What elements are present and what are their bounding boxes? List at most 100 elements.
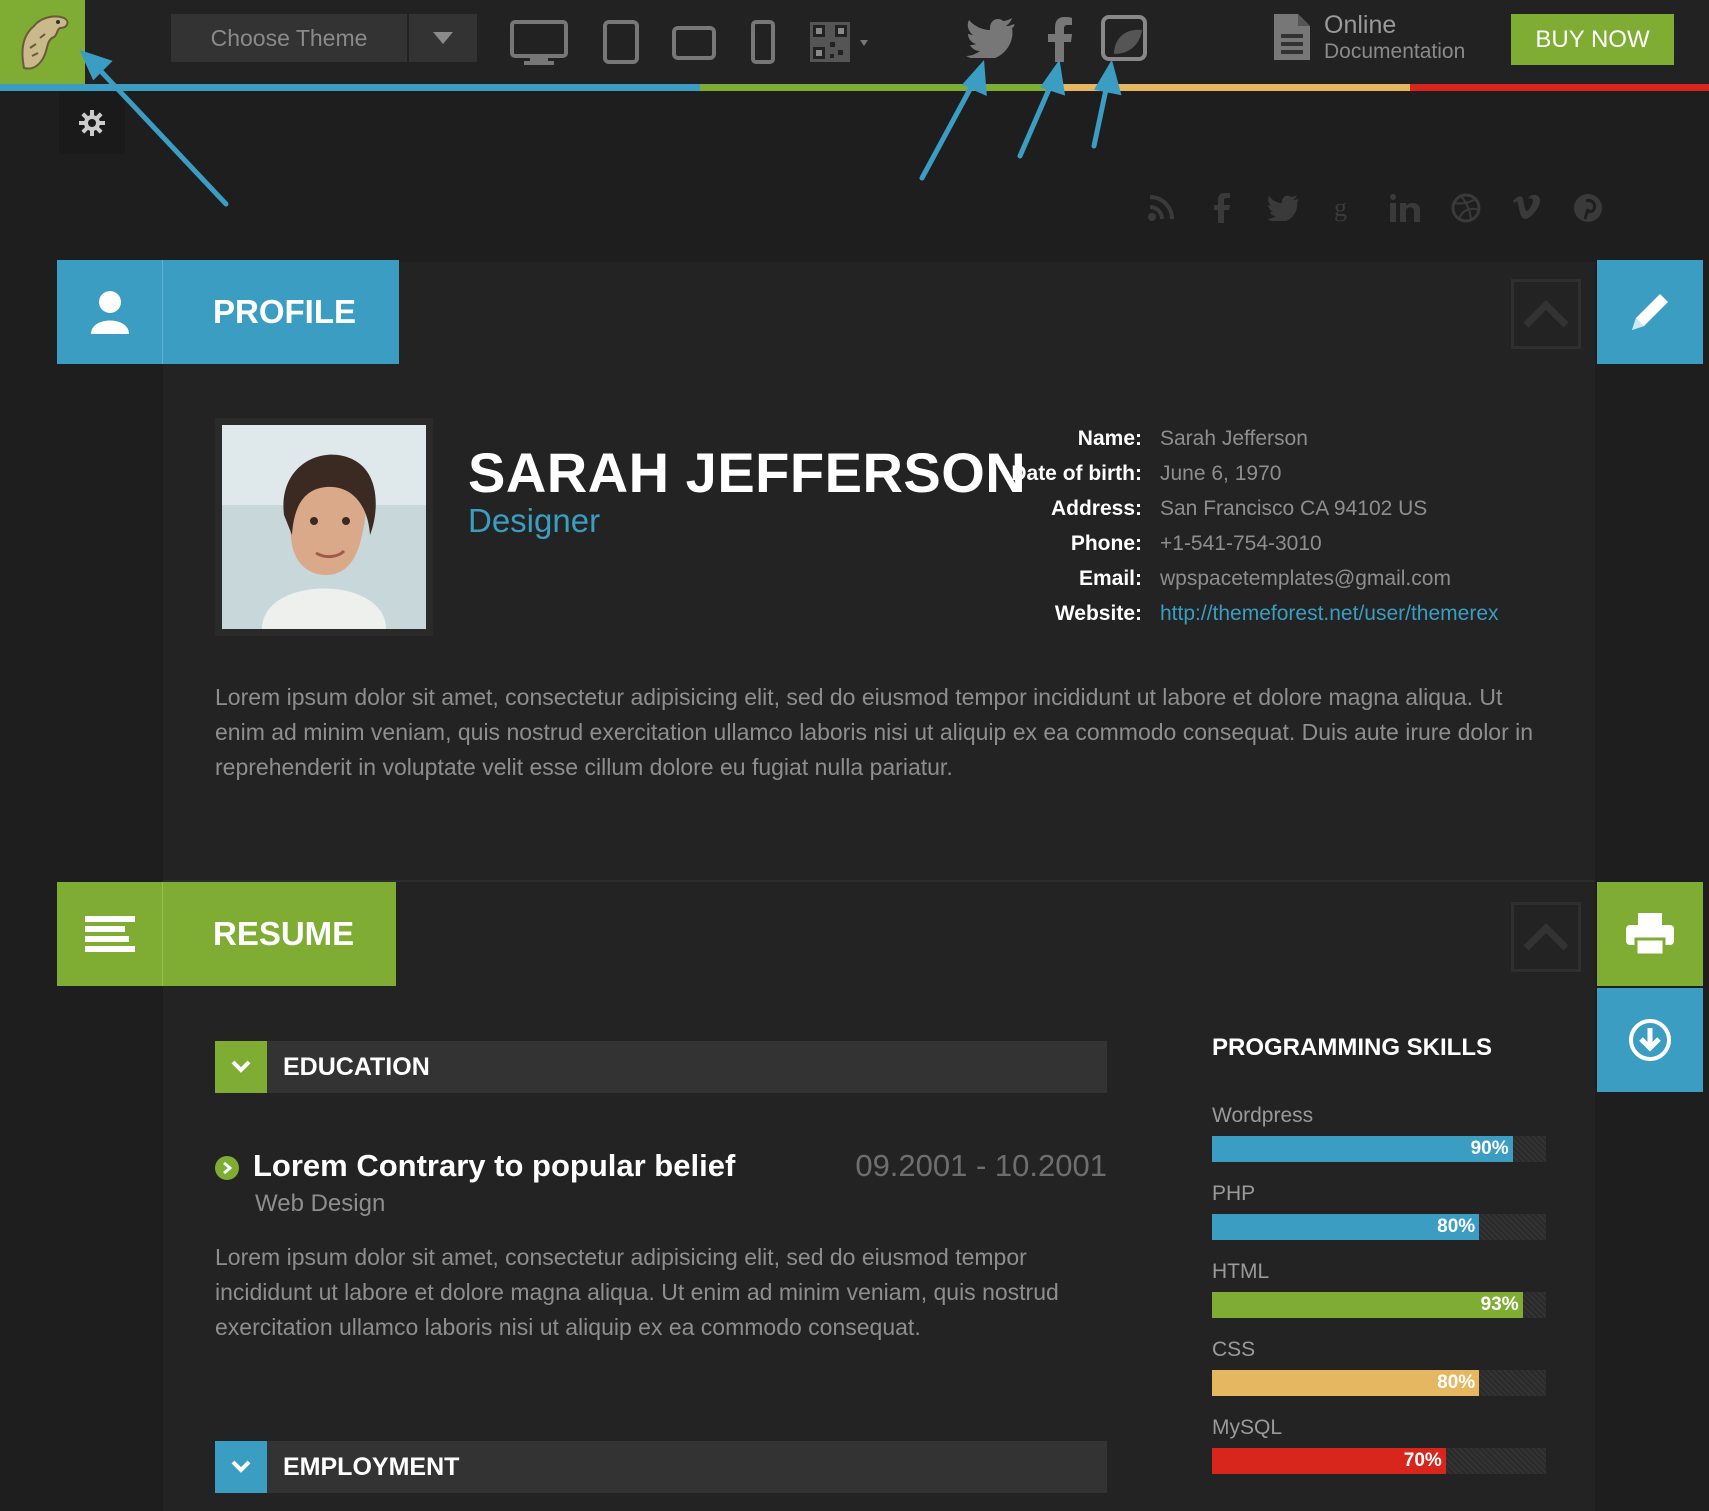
- website-link[interactable]: http://themeforest.net/user/themerex: [1160, 599, 1499, 634]
- docs-label-line1: Online: [1324, 11, 1397, 39]
- theme-select[interactable]: Choose Theme: [171, 14, 477, 62]
- skill-percent: 93%: [1480, 1294, 1519, 1315]
- education-accordion[interactable]: EDUCATION: [215, 1041, 1107, 1093]
- info-value: +1-541-754-3010: [1160, 532, 1322, 555]
- skill-progress-bar: 80%: [1212, 1214, 1546, 1240]
- vimeo-icon[interactable]: [1496, 188, 1557, 228]
- profile-bio: Lorem ipsum dolor sit amet, consectetur …: [215, 684, 1534, 780]
- online-documentation-link[interactable]: Online Documentation: [1272, 11, 1466, 63]
- settings-gear-icon[interactable]: [59, 92, 125, 154]
- skill-percent: 80%: [1437, 1372, 1476, 1393]
- user-icon: [57, 260, 163, 364]
- collapse-up-button[interactable]: [1511, 279, 1581, 349]
- info-row-phone: Phone: +1-541-754-3010: [980, 529, 1499, 564]
- social-links: g: [1130, 188, 1618, 228]
- top-toolbar: Choose Theme Online Documentation BUY NO…: [0, 0, 1709, 91]
- info-label: Address:: [1050, 497, 1142, 520]
- profile-section-title: PROFILE: [163, 260, 399, 364]
- education-item-description: Lorem ipsum dolor sit amet, consectetur …: [215, 1244, 1059, 1340]
- theme-select-label: Choose Theme: [210, 25, 368, 51]
- info-value: San Francisco CA 94102 US: [1160, 497, 1428, 520]
- download-icon: [1629, 1019, 1671, 1061]
- employment-accordion[interactable]: EMPLOYMENT: [215, 1441, 1107, 1493]
- rss-icon[interactable]: [1130, 188, 1191, 228]
- employment-heading: EMPLOYMENT: [283, 1452, 460, 1481]
- education-item-title: Lorem Contrary to popular belief: [253, 1148, 736, 1183]
- twitter-icon[interactable]: [1252, 188, 1313, 228]
- list-icon: [57, 882, 163, 986]
- skill-progress-bar: 90%: [1212, 1136, 1546, 1162]
- color-strip: [0, 84, 1709, 91]
- chevron-right-icon: [215, 1156, 239, 1180]
- edit-button[interactable]: [1597, 260, 1703, 364]
- printer-icon: [1626, 913, 1674, 955]
- skill-item: Wordpress 90%: [1212, 1104, 1546, 1162]
- info-row-birth: Date of birth: June 6, 1970: [980, 459, 1499, 494]
- skill-name: MySQL: [1212, 1416, 1283, 1439]
- info-row-website: Website: http://themeforest.net/user/the…: [980, 599, 1499, 634]
- skill-progress-bar: 70%: [1212, 1448, 1546, 1474]
- twitter-icon[interactable]: [966, 18, 1016, 63]
- share-icon[interactable]: [1100, 14, 1150, 67]
- desktop-icon[interactable]: [510, 20, 568, 71]
- resume-section-header[interactable]: RESUME: [57, 882, 396, 986]
- education-heading: EDUCATION: [283, 1052, 430, 1081]
- profile-section-header[interactable]: PROFILE: [57, 260, 399, 364]
- resume-section-title: RESUME: [163, 882, 396, 986]
- skill-percent: 70%: [1403, 1450, 1442, 1471]
- info-label: Name:: [1077, 427, 1142, 450]
- skill-item: CSS 80%: [1212, 1338, 1546, 1396]
- tablet-icon[interactable]: [603, 20, 639, 69]
- collapse-up-button[interactable]: [1511, 902, 1581, 972]
- info-value[interactable]: wpspacetemplates@gmail.com: [1160, 564, 1451, 599]
- skill-name: CSS: [1212, 1338, 1256, 1361]
- profile-role: Designer: [468, 502, 601, 539]
- docs-label-line2: Documentation: [1324, 39, 1466, 63]
- info-label: Date of birth:: [1011, 462, 1142, 485]
- print-button[interactable]: [1597, 882, 1703, 986]
- pencil-icon: [1632, 294, 1668, 330]
- facebook-icon[interactable]: [1191, 188, 1252, 228]
- info-label: Email:: [1078, 567, 1142, 590]
- skill-item: PHP 80%: [1212, 1182, 1546, 1240]
- skill-name: HTML: [1212, 1260, 1270, 1283]
- info-value: Sarah Jefferson: [1160, 427, 1308, 450]
- google-plus-icon[interactable]: g: [1313, 188, 1374, 228]
- education-item-date: 09.2001 - 10.2001: [855, 1148, 1107, 1183]
- dribbble-icon[interactable]: [1435, 188, 1496, 228]
- download-button[interactable]: [1597, 988, 1703, 1092]
- buy-now-button[interactable]: BUY NOW: [1511, 14, 1674, 65]
- skill-item: HTML 93%: [1212, 1260, 1546, 1318]
- facebook-icon[interactable]: [1048, 16, 1072, 67]
- profile-photo: [215, 418, 433, 636]
- info-row-address: Address: San Francisco CA 94102 US: [980, 494, 1499, 529]
- pinterest-icon[interactable]: [1557, 188, 1618, 228]
- chevron-up-icon: [1523, 923, 1569, 951]
- profile-name: SARAH JEFFERSON: [468, 441, 1027, 504]
- chevron-up-icon: [1523, 300, 1569, 328]
- skill-percent: 90%: [1470, 1138, 1509, 1159]
- phone-icon[interactable]: [751, 20, 775, 69]
- info-row-name: Name: Sarah Jefferson: [980, 424, 1499, 459]
- linkedin-icon[interactable]: [1374, 188, 1435, 228]
- skill-name: PHP: [1212, 1182, 1256, 1205]
- document-icon: [1274, 14, 1310, 60]
- profile-info-list: Name: Sarah Jefferson Date of birth: Jun…: [980, 424, 1499, 634]
- skill-progress-bar: 93%: [1212, 1292, 1546, 1318]
- skill-name: Wordpress: [1212, 1104, 1314, 1127]
- chevron-down-icon[interactable]: [215, 1441, 267, 1493]
- qr-code-icon[interactable]: [808, 20, 872, 69]
- logo-icon[interactable]: [0, 0, 85, 86]
- skill-percent: 80%: [1437, 1216, 1476, 1237]
- tablet-landscape-icon[interactable]: [672, 26, 716, 65]
- info-row-email: Email: wpspacetemplates@gmail.com: [980, 564, 1499, 599]
- info-label: Phone:: [1070, 532, 1142, 555]
- education-item-subtitle: Web Design: [255, 1190, 386, 1217]
- skill-item: MySQL 70%: [1212, 1416, 1546, 1474]
- chevron-down-icon[interactable]: [407, 14, 477, 62]
- chevron-down-icon[interactable]: [215, 1041, 267, 1093]
- info-value: June 6, 1970: [1160, 462, 1282, 485]
- info-label: Website:: [1054, 602, 1142, 625]
- skill-progress-bar: 80%: [1212, 1370, 1546, 1396]
- svg-text:g: g: [1334, 194, 1347, 222]
